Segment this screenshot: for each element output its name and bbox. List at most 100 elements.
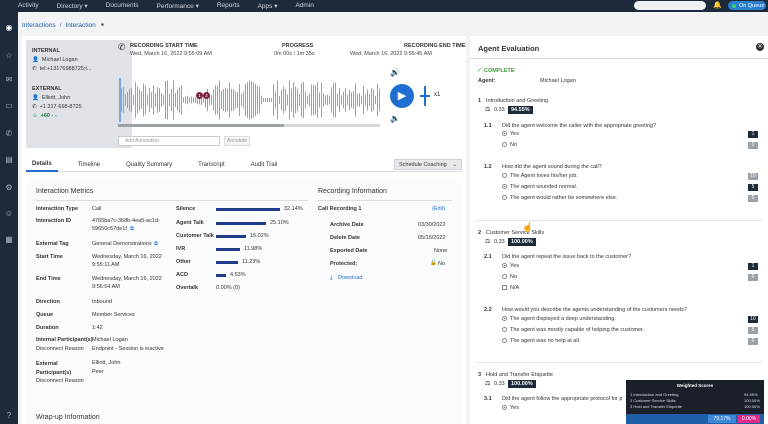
apps-icon[interactable]: ▦ bbox=[3, 234, 15, 246]
option-radio[interactable] bbox=[502, 263, 507, 268]
waveform-bar bbox=[151, 92, 152, 108]
gear-icon[interactable]: ⚙ bbox=[3, 182, 15, 194]
disconnect-reason-value-2: Peer bbox=[92, 369, 104, 375]
section-title: Customer Service Skills bbox=[486, 230, 545, 236]
stat-bar-fill bbox=[216, 208, 280, 211]
nav-admin[interactable]: Admin bbox=[295, 2, 313, 10]
waveform-bar bbox=[125, 94, 126, 106]
stat-value: 15.02% bbox=[250, 233, 269, 239]
nav-directory[interactable]: Directory ▾ bbox=[57, 2, 88, 10]
waveform-bar bbox=[193, 97, 194, 103]
waveform-bar bbox=[221, 90, 222, 110]
waveform-bar bbox=[361, 95, 362, 105]
tab-timeline[interactable]: Timeline bbox=[72, 159, 106, 171]
volume-up-icon[interactable]: 🔊 bbox=[390, 68, 400, 77]
scale-icon: ⚖ bbox=[485, 107, 491, 113]
download-icon[interactable]: ⤓ bbox=[330, 275, 333, 282]
section-divider bbox=[476, 220, 762, 221]
annotation-placeholder: Add Annotation bbox=[125, 138, 159, 144]
exported-date-value: None bbox=[434, 248, 448, 254]
external-name: 👤 Elliott, John bbox=[32, 95, 70, 101]
option-radio[interactable] bbox=[502, 338, 507, 343]
waveform-bar bbox=[355, 83, 356, 117]
option-label: The agent sounded normal. bbox=[510, 184, 578, 190]
option-radio[interactable] bbox=[502, 316, 507, 321]
waveform-bar bbox=[189, 97, 190, 103]
option-radio[interactable] bbox=[502, 131, 507, 136]
waveform-bar bbox=[231, 88, 232, 112]
recording-start-label: RECORDING START TIME bbox=[130, 43, 198, 49]
progress-track[interactable] bbox=[118, 124, 380, 127]
checkbox[interactable] bbox=[502, 285, 507, 290]
weighted-scores-panel: Weighted Scores 1 Introduction and Greet… bbox=[626, 380, 764, 424]
nav-reports[interactable]: Reports bbox=[217, 2, 240, 10]
external-score: ☺ +60 - - bbox=[32, 113, 57, 119]
star-icon[interactable]: ☆ bbox=[3, 50, 15, 62]
global-search-input[interactable] bbox=[634, 1, 706, 10]
tab-transcript[interactable]: Transcript bbox=[192, 159, 230, 171]
option-label: Yes bbox=[510, 263, 519, 269]
tab-details[interactable]: Details bbox=[26, 158, 58, 172]
waveform-bar bbox=[217, 85, 218, 115]
waveform-bar bbox=[255, 84, 256, 116]
schedule-coaching-button[interactable]: Schedule Coaching ⌄ bbox=[394, 159, 462, 170]
tab-quality-summary[interactable]: Quality Summary bbox=[120, 159, 178, 171]
waveform-bar bbox=[227, 88, 228, 112]
waveform-bar bbox=[237, 92, 238, 108]
marker-2[interactable]: 2 bbox=[203, 92, 210, 99]
breadcrumb-interactions[interactable]: Interactions bbox=[22, 22, 56, 29]
option-radio[interactable] bbox=[502, 184, 507, 189]
option-label: The agent was mostly capable of helping … bbox=[510, 327, 645, 333]
nav-apps[interactable]: Apps ▾ bbox=[258, 2, 278, 10]
section-weight: 0.33 bbox=[494, 107, 505, 113]
bell-icon[interactable]: 🔔 bbox=[713, 1, 722, 9]
disconnect-reason-value: Endpoint - Session is inactive bbox=[92, 346, 164, 352]
metric-label: Queue bbox=[36, 312, 54, 318]
chat-icon[interactable]: ✉ bbox=[3, 74, 15, 86]
speed-slider-handle[interactable] bbox=[420, 95, 430, 97]
annotate-button[interactable]: Annotate bbox=[224, 136, 250, 146]
option-radio[interactable] bbox=[502, 274, 507, 279]
waveform-bar bbox=[257, 85, 258, 115]
close-icon[interactable]: ✕ bbox=[756, 43, 764, 51]
option-radio[interactable] bbox=[502, 327, 507, 332]
link-icon[interactable]: ⚭ bbox=[100, 21, 105, 29]
volume-down-icon[interactable]: 🔉 bbox=[390, 114, 400, 123]
nav-documents[interactable]: Documents bbox=[106, 2, 139, 10]
audio-waveform[interactable] bbox=[118, 74, 380, 126]
chevron-down-icon[interactable]: ⌄ bbox=[452, 162, 457, 168]
phone-icon[interactable]: ✆ bbox=[3, 128, 15, 140]
weighted-row-value: 94.55% bbox=[744, 392, 758, 397]
user-icon[interactable]: ☺ bbox=[3, 208, 15, 220]
option-radio[interactable] bbox=[502, 173, 507, 178]
breadcrumb-current: Interaction bbox=[65, 21, 96, 29]
copy-icon[interactable]: ⧉ bbox=[130, 226, 134, 233]
waveform-bar bbox=[121, 88, 122, 112]
play-button[interactable]: ▶ bbox=[390, 84, 414, 108]
tab-audit-trail[interactable]: Audit Trail bbox=[245, 159, 284, 171]
metric-value: Wednesday, March 16, 2022 bbox=[92, 254, 162, 260]
nav-activity[interactable]: Activity bbox=[18, 2, 39, 10]
option-radio[interactable] bbox=[502, 195, 507, 200]
help-icon[interactable]: ? bbox=[3, 410, 15, 422]
nav-performance[interactable]: Performance ▾ bbox=[157, 2, 199, 10]
queue-status-toggle[interactable]: On Queue bbox=[728, 1, 766, 10]
option-radio[interactable] bbox=[502, 405, 507, 410]
marker-1[interactable]: 1 bbox=[196, 92, 203, 99]
delete-date-label: Delete Date bbox=[330, 235, 360, 241]
external-link-icon[interactable]: ⧉ bbox=[154, 241, 158, 248]
recinfo-edit-link[interactable]: (Edit) bbox=[432, 206, 445, 212]
download-link[interactable]: Download bbox=[338, 275, 362, 281]
annotation-input[interactable]: Add Annotation bbox=[118, 136, 220, 146]
inbox-icon[interactable]: ▤ bbox=[3, 154, 15, 166]
agent-label: Agent: bbox=[478, 78, 496, 84]
waveform-bar bbox=[301, 83, 302, 117]
microphone-icon: ✆ bbox=[118, 42, 126, 52]
section-score-badge: 100.00% bbox=[508, 238, 536, 246]
section-title: Hold and Transfer Etiquette bbox=[486, 372, 553, 378]
video-icon[interactable]: ▭ bbox=[3, 100, 15, 112]
option-radio[interactable] bbox=[502, 142, 507, 147]
waveform-bar bbox=[379, 88, 380, 112]
waveform-bar bbox=[195, 97, 196, 103]
archive-date-label: Archive Date bbox=[330, 222, 364, 228]
